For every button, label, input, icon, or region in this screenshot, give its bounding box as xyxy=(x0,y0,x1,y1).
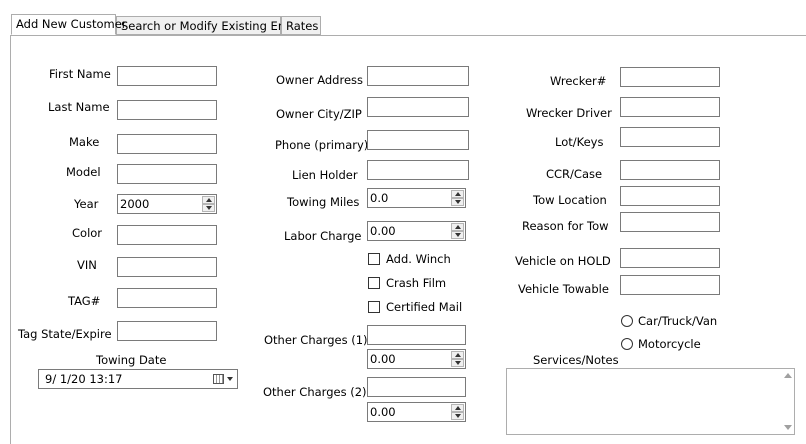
labor-charge-label: Labor Charge xyxy=(284,229,362,243)
tag-label: TAG# xyxy=(68,294,101,308)
last-name-label: Last Name xyxy=(48,100,110,114)
towing-miles-down-icon[interactable] xyxy=(451,198,464,206)
color-input[interactable] xyxy=(117,225,217,245)
tab-strip: Add New Customer Search or Modify Existi… xyxy=(0,0,806,36)
wrecker-driver-label: Wrecker Driver xyxy=(526,106,612,120)
towing-miles-label: Towing Miles xyxy=(287,195,360,209)
crash-film-label: Crash Film xyxy=(386,276,447,290)
lien-holder-input[interactable] xyxy=(367,160,469,180)
labor-charge-value: 0.00 xyxy=(370,224,396,238)
year-spinner xyxy=(202,196,215,212)
certified-mail-label: Certified Mail xyxy=(386,300,463,314)
tow-location-input[interactable] xyxy=(620,186,720,206)
other-charges-1-value: 0.00 xyxy=(370,352,396,366)
tab-rates[interactable]: Rates xyxy=(281,16,321,35)
other-charges-2-description-input[interactable] xyxy=(367,377,466,397)
year-value: 2000 xyxy=(120,197,150,211)
certified-mail-checkbox[interactable] xyxy=(368,301,380,313)
vin-input[interactable] xyxy=(117,257,217,277)
owner-city-zip-label: Owner City/ZIP xyxy=(276,107,362,121)
vehicle-towable-input[interactable] xyxy=(620,275,720,295)
first-name-input[interactable] xyxy=(117,66,217,86)
owner-address-label: Owner Address xyxy=(276,73,364,87)
car-truck-van-radio[interactable] xyxy=(621,315,633,327)
wrecker-driver-input[interactable] xyxy=(620,97,720,117)
towing-date-picker[interactable]: 9/ 1/20 13:17 xyxy=(38,369,238,389)
year-label: Year xyxy=(74,197,99,211)
other-charges-2-up-icon[interactable] xyxy=(451,404,464,412)
calendar-icon[interactable] xyxy=(213,374,224,384)
lien-holder-label: Lien Holder xyxy=(292,168,358,182)
towing-date-label: Towing Date xyxy=(96,353,167,367)
other-charges-2-spinner xyxy=(451,404,464,420)
year-down-icon[interactable] xyxy=(202,204,215,212)
motorcycle-radio[interactable] xyxy=(621,338,633,350)
tag-state-expire-input[interactable] xyxy=(117,321,217,341)
services-notes-textarea[interactable] xyxy=(506,368,795,435)
other-charges-2-label: Other Charges (2) xyxy=(263,385,367,399)
other-charges-2-stepper[interactable]: 0.00 xyxy=(367,402,466,422)
lot-keys-input[interactable] xyxy=(620,127,720,147)
make-input[interactable] xyxy=(117,134,217,154)
vehicle-on-hold-input[interactable] xyxy=(620,248,720,268)
last-name-input[interactable] xyxy=(117,100,217,120)
color-label: Color xyxy=(72,226,103,240)
year-up-icon[interactable] xyxy=(202,196,215,204)
other-charges-1-label: Other Charges (1) xyxy=(264,333,368,347)
other-charges-1-down-icon[interactable] xyxy=(451,359,464,367)
reason-for-tow-label: Reason for Tow xyxy=(522,219,609,233)
model-label: Model xyxy=(66,165,101,179)
other-charges-2-value: 0.00 xyxy=(370,405,396,419)
add-winch-checkbox[interactable] xyxy=(368,253,380,265)
other-charges-1-spinner xyxy=(451,351,464,367)
towing-miles-up-icon[interactable] xyxy=(451,190,464,198)
towing-miles-value: 0.0 xyxy=(370,191,389,205)
towing-date-value: 9/ 1/20 13:17 xyxy=(45,372,123,386)
tag-state-expire-label: Tag State/Expire xyxy=(18,327,112,341)
towing-miles-stepper[interactable]: 0.0 xyxy=(367,188,466,208)
scroll-down-icon[interactable] xyxy=(784,425,792,430)
wrecker-input[interactable] xyxy=(620,67,720,87)
make-label: Make xyxy=(69,135,100,149)
year-stepper[interactable]: 2000 xyxy=(117,194,217,214)
towing-miles-spinner xyxy=(451,190,464,206)
other-charges-2-down-icon[interactable] xyxy=(451,412,464,420)
other-charges-1-stepper[interactable]: 0.00 xyxy=(367,349,466,369)
add-winch-label: Add. Winch xyxy=(386,252,451,266)
tab-search-modify[interactable]: Search or Modify Existing Entries xyxy=(116,16,311,35)
tab-add-new-customer[interactable]: Add New Customer xyxy=(11,14,127,35)
phone-primary-input[interactable] xyxy=(367,130,469,150)
phone-primary-label: Phone (primary) xyxy=(275,138,369,152)
tow-location-label: Tow Location xyxy=(533,193,607,207)
labor-charge-spinner xyxy=(451,223,464,239)
labor-charge-down-icon[interactable] xyxy=(451,231,464,239)
model-input[interactable] xyxy=(117,164,217,184)
lot-keys-label: Lot/Keys xyxy=(555,135,604,149)
car-truck-van-label: Car/Truck/Van xyxy=(638,314,718,328)
ccr-case-label: CCR/Case xyxy=(546,167,603,181)
crash-film-checkbox[interactable] xyxy=(368,277,380,289)
vin-label: VIN xyxy=(77,258,97,272)
motorcycle-label: Motorcycle xyxy=(638,337,701,351)
ccr-case-input[interactable] xyxy=(620,160,720,180)
scroll-up-icon[interactable] xyxy=(784,373,792,378)
owner-city-zip-input[interactable] xyxy=(367,97,469,117)
reason-for-tow-input[interactable] xyxy=(620,212,720,232)
wrecker-label: Wrecker# xyxy=(550,74,607,88)
other-charges-1-up-icon[interactable] xyxy=(451,351,464,359)
tag-input[interactable] xyxy=(117,288,217,308)
vehicle-towable-label: Vehicle Towable xyxy=(518,282,609,296)
first-name-label: First Name xyxy=(49,67,111,81)
vehicle-on-hold-label: Vehicle on HOLD xyxy=(515,254,611,268)
labor-charge-stepper[interactable]: 0.00 xyxy=(367,221,466,241)
other-charges-1-description-input[interactable] xyxy=(367,325,466,345)
chevron-down-icon[interactable] xyxy=(227,377,233,381)
services-notes-label: Services/Notes xyxy=(533,353,619,367)
owner-address-input[interactable] xyxy=(367,66,469,86)
labor-charge-up-icon[interactable] xyxy=(451,223,464,231)
